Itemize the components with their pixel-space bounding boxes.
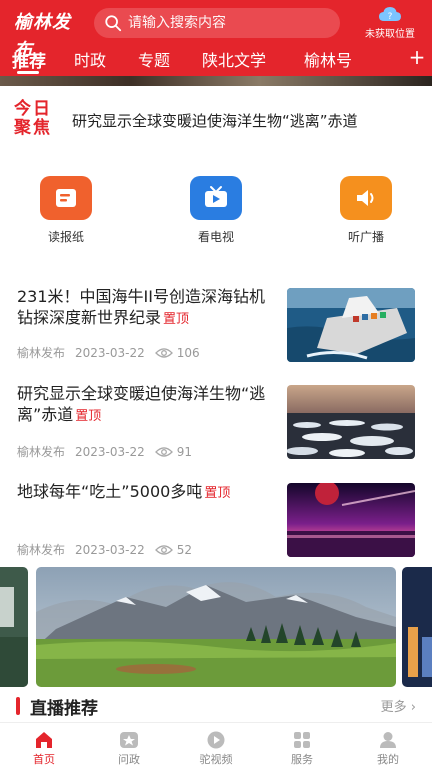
news-title: 231米！中国海牛II号创造深海钻机钻探深度新世界纪录 置顶 <box>17 286 279 330</box>
nav-inquiry-label: 问政 <box>118 753 140 766</box>
today-focus[interactable]: 今日 聚焦 研究显示全球变暖迫使海洋生物“逃离”赤道 <box>0 98 432 142</box>
app-logo: 榆林发布 <box>14 12 71 61</box>
watch-tv-label: 看电视 <box>197 230 234 244</box>
today-focus-badge: 今日 聚焦 <box>14 100 60 140</box>
tab-shaanbei-literature[interactable]: 陕北文学 <box>202 47 266 71</box>
tab-topics[interactable]: 专题 <box>138 47 170 71</box>
news-meta: 榆林发布 2023-03-22 106 <box>17 344 200 361</box>
news-item[interactable]: 研究显示全球变暖迫使海洋生物“逃离”赤道 置顶 榆林发布 2023-03-22 9… <box>0 383 432 481</box>
eye-icon <box>154 446 173 457</box>
tab-recommend[interactable]: 推荐 <box>12 47 46 72</box>
live-more-link[interactable]: 更多 › <box>381 696 416 715</box>
ship-image <box>287 288 415 362</box>
carousel-prev-slide[interactable] <box>0 567 28 687</box>
banner-edge-image <box>0 76 432 86</box>
focus-badge-line2: 聚焦 <box>14 118 52 138</box>
question-star-icon <box>120 732 138 748</box>
watch-tv-button[interactable]: 看电视 <box>176 176 256 245</box>
focus-badge-line1: 今日 <box>14 99 52 119</box>
search-icon <box>105 15 122 32</box>
read-newspaper-label: 读报纸 <box>47 230 84 244</box>
pinned-tag: 置顶 <box>204 486 231 501</box>
tab-politics[interactable]: 时政 <box>74 47 106 71</box>
tv-icon <box>190 176 242 220</box>
view-count: 52 <box>176 542 193 557</box>
radio-speaker-icon <box>340 176 392 220</box>
weather-cloud-icon: ? <box>379 7 401 22</box>
active-tab-indicator <box>17 71 39 74</box>
news-title-text: 地球每年“吃土”5000多吨 <box>17 482 203 501</box>
live-recommend-section: 直播推荐 更多 › <box>0 692 432 719</box>
focus-headline[interactable]: 研究显示全球变暖迫使海洋生物“逃离”赤道 <box>72 110 358 131</box>
video-play-icon <box>207 731 225 749</box>
bottom-navigation: 首页 问政 驼视频 服务 我的 <box>0 722 432 768</box>
carousel-next-slide[interactable] <box>402 567 432 687</box>
search-bar[interactable] <box>94 8 340 38</box>
carousel-mountain-image[interactable] <box>36 567 396 687</box>
news-meta: 榆林发布 2023-03-22 52 <box>17 541 192 558</box>
news-item[interactable]: 231米！中国海牛II号创造深海钻机钻探深度新世界纪录 置顶 榆林发布 2023-… <box>0 286 432 384</box>
news-source: 榆林发布 <box>17 445 66 459</box>
home-icon <box>36 732 52 748</box>
listen-radio-button[interactable]: 听广播 <box>326 176 406 245</box>
news-title: 研究显示全球变暖迫使海洋生物“逃离”赤道 置顶 <box>17 383 279 427</box>
nav-home[interactable]: 首页 <box>14 731 74 767</box>
news-source: 榆林发布 <box>17 346 66 360</box>
listen-radio-label: 听广播 <box>347 230 384 244</box>
add-channel-button[interactable]: + <box>408 46 426 68</box>
view-count: 106 <box>176 345 200 360</box>
live-section-title: 直播推荐 <box>30 699 98 719</box>
news-source: 榆林发布 <box>17 543 66 557</box>
location-label: 未获取位置 <box>365 29 415 40</box>
news-title: 地球每年“吃土”5000多吨 置顶 <box>17 481 279 504</box>
nav-profile[interactable]: 我的 <box>358 731 418 767</box>
nav-services-label: 服务 <box>291 753 313 766</box>
nav-home-label: 首页 <box>33 753 55 766</box>
news-title-text: 研究显示全球变暖迫使海洋生物“逃离”赤道 <box>17 384 266 424</box>
nav-profile-label: 我的 <box>377 753 399 766</box>
grid-icon <box>294 732 310 748</box>
user-icon <box>380 732 396 748</box>
nav-services[interactable]: 服务 <box>272 731 332 767</box>
eye-icon <box>154 347 173 358</box>
tab-yulin-account[interactable]: 榆林号 <box>304 47 352 71</box>
news-date: 2023-03-22 <box>75 345 145 360</box>
pinned-tag: 置顶 <box>75 409 102 424</box>
news-date: 2023-03-22 <box>75 444 145 459</box>
read-newspaper-button[interactable]: 读报纸 <box>26 176 106 245</box>
search-input[interactable] <box>128 15 328 31</box>
eye-icon <box>154 544 173 555</box>
ice-sea-image <box>287 385 415 459</box>
channel-tabs: 推荐 时政 专题 陕北文学 榆林号 + <box>0 42 432 76</box>
location-button[interactable]: ? 未获取位置 <box>354 4 426 42</box>
pinned-tag: 置顶 <box>163 312 190 327</box>
section-accent-bar <box>16 697 20 715</box>
newspaper-icon <box>40 176 92 220</box>
planet-sunset-image <box>287 483 415 557</box>
view-count: 91 <box>176 444 193 459</box>
nav-video[interactable]: 驼视频 <box>186 731 246 767</box>
svg-text:?: ? <box>388 12 393 22</box>
nav-video-label: 驼视频 <box>199 753 233 766</box>
news-date: 2023-03-22 <box>75 542 145 557</box>
top-header: 榆林发布 ? 未获取位置 推荐 时政 专题 陕北文学 榆林号 + <box>0 0 432 76</box>
tabs-fade <box>376 42 404 76</box>
news-meta: 榆林发布 2023-03-22 91 <box>17 443 192 460</box>
image-carousel[interactable] <box>0 567 432 687</box>
news-title-text: 231米！中国海牛II号创造深海钻机钻探深度新世界纪录 <box>17 287 265 327</box>
nav-inquiry[interactable]: 问政 <box>99 731 159 767</box>
news-item[interactable]: 地球每年“吃土”5000多吨 置顶 榆林发布 2023-03-22 52 <box>0 481 432 579</box>
